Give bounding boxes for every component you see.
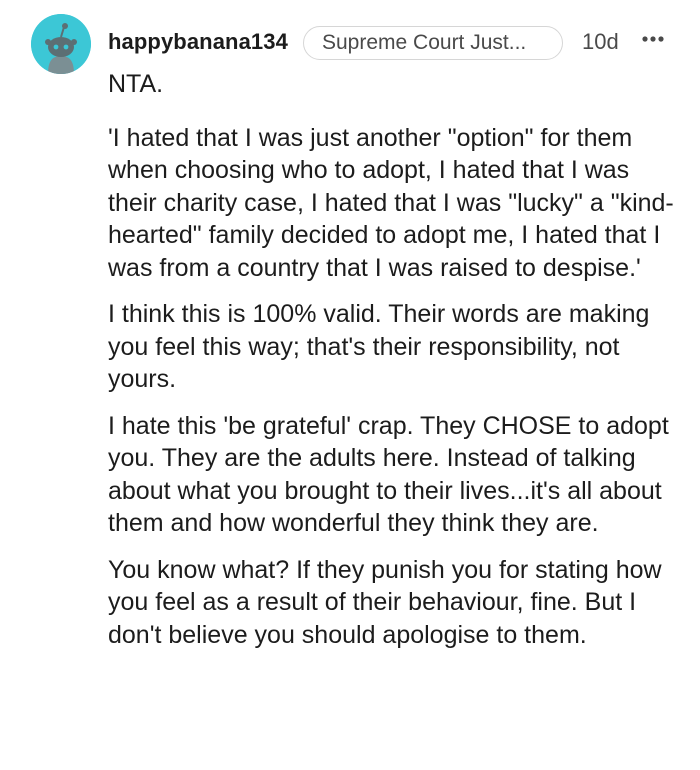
ellipsis-horizontal-icon [642,36,664,42]
user-flair-badge: Supreme Court Just... [303,26,563,60]
comment-paragraph: 'I hated that I was just another "option… [108,123,674,282]
comment-paragraph: I think this is 100% valid. Their words … [108,300,650,393]
comment-paragraph: NTA. [108,70,164,98]
user-avatar[interactable] [31,14,91,74]
comment-paragraph: You know what? If they punish you for st… [108,555,662,649]
comment-paragraph: I hate this 'be grateful' crap. They CHO… [108,411,669,538]
comment-body: NTA. 'I hated that I was just another "o… [108,68,680,651]
comment: happybanana134 Supreme Court Just... 10d… [0,0,700,770]
snoo-avatar-icon [31,14,91,74]
comment-author[interactable]: happybanana134 [108,28,288,56]
more-options-button[interactable] [638,26,668,56]
comment-timestamp: 10d [582,29,619,54]
comment-header: happybanana134 Supreme Court Just... 10d [108,26,688,60]
